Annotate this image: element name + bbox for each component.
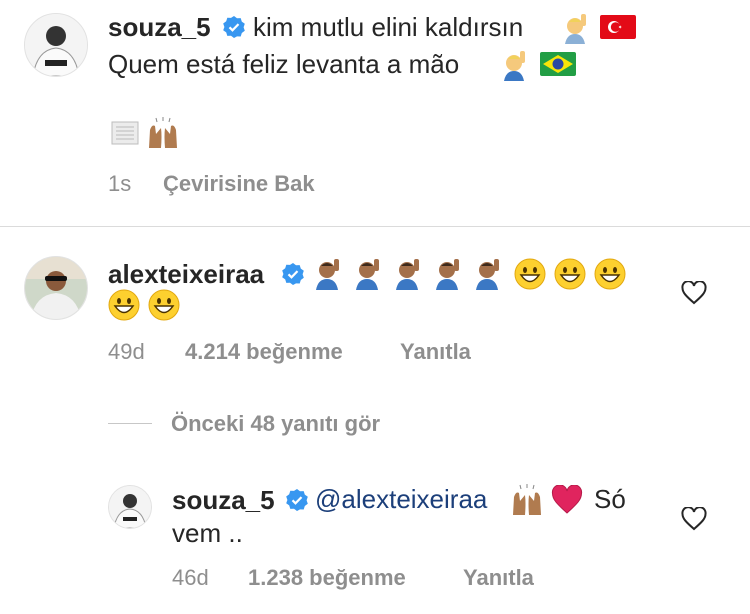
translate-link[interactable]: Çevirisine Bak [163,171,315,197]
username[interactable]: alexteixeiraa [108,259,264,290]
raising-hand-emoji-icon [561,12,593,49]
emoji-row [108,287,188,327]
raising-hand-emoji-icon [500,49,532,86]
raising-hands-emoji-icon [146,116,180,155]
like-heart-icon[interactable] [681,280,707,310]
comment-text: Só [594,484,626,514]
comment-text-line2: vem .. [172,518,243,548]
avatar[interactable] [24,13,88,77]
emoji-row [312,256,642,296]
likes-count[interactable]: 1.238 beğenme [248,565,406,591]
reply-button[interactable]: Yanıtla [463,565,534,591]
brazil-flag-icon [540,52,576,81]
replies-divider-line [108,423,152,424]
avatar[interactable] [24,256,88,320]
timestamp: 1s [108,171,132,196]
verified-badge-icon [222,15,246,44]
likes-count[interactable]: 4.214 beğenme [185,339,343,365]
timestamp: 46d [172,565,209,590]
comment-text-line2: Quem está feliz levanta a mão [108,49,460,79]
avatar[interactable] [108,485,152,529]
username[interactable]: souza_5 [172,485,275,516]
view-replies-link[interactable]: Önceki 48 yanıtı gör [171,411,380,437]
verified-badge-icon [281,262,305,291]
raising-hands-emoji-icon [510,483,544,522]
red-heart-emoji-icon [551,484,583,520]
timestamp: 49d [108,339,145,364]
mention-link[interactable]: @alexteixeiraa [315,482,487,516]
divider [0,226,750,227]
scroll-emoji-icon [108,116,142,155]
comment-text-line1: kim mutlu elini kaldırsın [253,12,524,42]
turkey-flag-icon [600,15,636,44]
verified-badge-icon [285,488,309,517]
like-heart-icon[interactable] [681,506,707,536]
reply-button[interactable]: Yanıtla [400,339,471,365]
username[interactable]: souza_5 [108,12,211,43]
